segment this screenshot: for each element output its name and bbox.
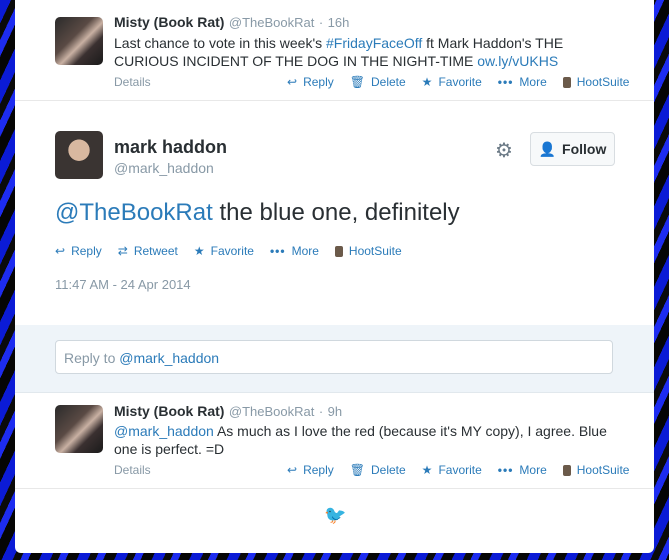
avatar[interactable]: [55, 405, 103, 453]
author-name[interactable]: Misty (Book Rat): [114, 14, 224, 30]
tweet-text: @TheBookRat the blue one, definitely: [55, 199, 460, 227]
delete-label: Delete: [370, 463, 406, 477]
hootsuite-button[interactable]: HootSuite: [334, 244, 402, 258]
hootsuite-icon: [562, 464, 571, 476]
more-dots-icon: •••: [497, 75, 514, 89]
tweet-text-part: Last chance to vote in this week's: [114, 35, 327, 51]
reply-input[interactable]: Reply to @mark_haddon: [55, 340, 613, 374]
conversation-card: Misty (Book Rat) @TheBookRat · 16h Last …: [15, 0, 654, 553]
mention-link[interactable]: @TheBookRat: [55, 199, 213, 226]
more-label: More: [291, 244, 319, 258]
hootsuite-label: HootSuite: [348, 244, 402, 258]
twitter-bird-icon: 🐦: [324, 505, 347, 525]
mention-link[interactable]: @mark_haddon: [114, 423, 214, 439]
tweet-reply[interactable]: Misty (Book Rat) @TheBookRat · 9h @mark_…: [15, 393, 654, 489]
delete-label: Delete: [370, 75, 406, 89]
retweet-button[interactable]: ⇄ Retweet: [118, 244, 178, 258]
delete-button[interactable]: 🗑 Delete: [350, 463, 406, 477]
favorite-button[interactable]: ★ Favorite: [422, 463, 482, 477]
reply-button[interactable]: ↩ Reply: [287, 463, 334, 477]
add-user-icon: 👤: [538, 140, 557, 157]
gear-icon[interactable]: ⚙: [495, 138, 513, 163]
tweet-text: @mark_haddon As much as I love the red (…: [114, 422, 619, 458]
reply-mention: @mark_haddon: [119, 350, 220, 366]
retweet-icon: ⇄: [117, 244, 128, 258]
star-icon: ★: [421, 75, 433, 89]
details-link[interactable]: Details: [114, 75, 151, 89]
favorite-label: Favorite: [438, 463, 482, 477]
tweet-actions: ↩ Reply ⇄ Retweet ★ Favorite ••• More HootSu…: [39, 244, 402, 258]
hootsuite-button[interactable]: HootSuite: [562, 75, 630, 89]
trash-icon: 🗑: [349, 75, 365, 89]
star-icon: ★: [193, 244, 205, 258]
tweet-actions: ↩ Reply 🗑 Delete ★ Favorite ••• More HootSui…: [271, 463, 629, 477]
reply-label: Reply: [303, 75, 334, 89]
more-label: More: [519, 463, 547, 477]
more-label: More: [519, 75, 547, 89]
reply-placeholder: Reply to: [64, 350, 120, 366]
author-handle[interactable]: @TheBookRat: [229, 15, 314, 30]
more-dots-icon: •••: [497, 463, 514, 477]
follow-button[interactable]: 👤 Follow: [530, 132, 615, 166]
separator: ·: [318, 15, 324, 30]
tweet-actions: ↩ Reply 🗑 Delete ★ Favorite ••• More HootSui…: [271, 75, 629, 89]
trash-icon: 🗑: [349, 463, 365, 477]
tweet-main: mark haddon @mark_haddon ⚙ 👤 Follow @The…: [15, 101, 654, 326]
hootsuite-icon: [562, 76, 571, 88]
tweet-text: Last chance to vote in this week's #Frid…: [114, 34, 594, 70]
more-button[interactable]: ••• More: [498, 463, 547, 477]
favorite-button[interactable]: ★ Favorite: [422, 75, 482, 89]
hootsuite-icon: [334, 245, 343, 257]
details-link[interactable]: Details: [114, 463, 151, 477]
more-button[interactable]: ••• More: [498, 75, 547, 89]
tweet-text-part: the blue one, definitely: [212, 199, 460, 226]
hootsuite-label: HootSuite: [576, 75, 630, 89]
hashtag-link[interactable]: #FridayFaceOff: [326, 35, 422, 51]
follow-label: Follow: [562, 141, 607, 157]
reply-label: Reply: [71, 244, 102, 258]
reply-button[interactable]: ↩ Reply: [55, 244, 102, 258]
tweet-time[interactable]: 16h: [328, 15, 350, 30]
favorite-button[interactable]: ★ Favorite: [194, 244, 254, 258]
avatar[interactable]: [55, 17, 103, 65]
hootsuite-label: HootSuite: [576, 463, 630, 477]
url-link[interactable]: ow.ly/vUKHS: [477, 53, 558, 69]
avatar[interactable]: [55, 131, 103, 179]
tweet-previous[interactable]: Misty (Book Rat) @TheBookRat · 16h Last …: [15, 0, 654, 101]
author-handle[interactable]: @TheBookRat: [229, 404, 314, 419]
more-dots-icon: •••: [269, 244, 286, 258]
author-name[interactable]: Misty (Book Rat): [114, 403, 224, 419]
reply-bar: Reply to @mark_haddon: [15, 325, 654, 393]
star-icon: ★: [421, 463, 433, 477]
reply-icon: ↩: [287, 463, 298, 477]
tweet-time[interactable]: 9h: [328, 404, 342, 419]
retweet-label: Retweet: [133, 244, 178, 258]
hootsuite-button[interactable]: HootSuite: [562, 463, 630, 477]
tweet-timestamp[interactable]: 11:47 AM - 24 Apr 2014: [55, 277, 191, 292]
author-name[interactable]: mark haddon: [114, 137, 227, 158]
delete-button[interactable]: 🗑 Delete: [350, 75, 406, 89]
more-button[interactable]: ••• More: [270, 244, 319, 258]
favorite-label: Favorite: [210, 244, 254, 258]
reply-icon: ↩: [55, 244, 66, 258]
reply-label: Reply: [303, 463, 334, 477]
separator: ·: [318, 404, 324, 419]
author-handle[interactable]: @mark_haddon: [114, 160, 214, 176]
favorite-label: Favorite: [438, 75, 482, 89]
reply-icon: ↩: [287, 75, 298, 89]
reply-button[interactable]: ↩ Reply: [287, 75, 334, 89]
